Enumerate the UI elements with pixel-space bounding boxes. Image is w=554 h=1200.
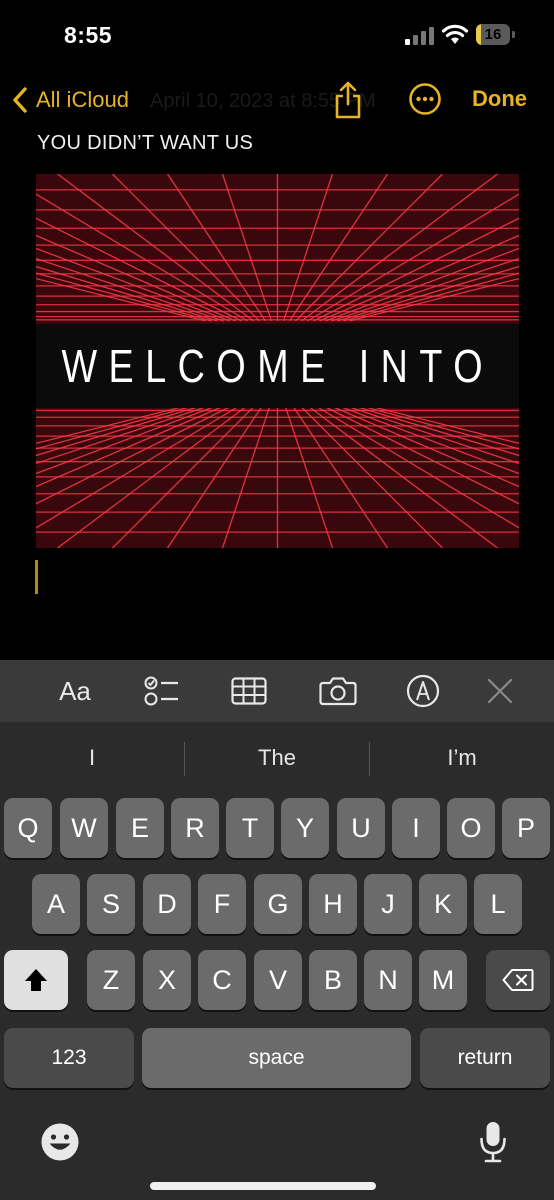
wifi-icon [441, 24, 469, 44]
microphone-icon[interactable] [478, 1120, 508, 1164]
shift-key[interactable] [4, 950, 68, 1010]
key-z[interactable]: Z [87, 950, 135, 1010]
image-attachment[interactable]: WELCOME INTO [36, 174, 519, 548]
key-l[interactable]: L [474, 874, 522, 934]
key-y[interactable]: Y [281, 798, 329, 858]
key-n[interactable]: N [364, 950, 412, 1010]
back-button[interactable]: All iCloud [10, 82, 129, 118]
key-c[interactable]: C [198, 950, 246, 1010]
key-o[interactable]: O [447, 798, 495, 858]
delete-key[interactable] [486, 950, 550, 1010]
space-key[interactable]: space [142, 1028, 411, 1088]
text-cursor [35, 560, 38, 594]
key-r[interactable]: R [171, 798, 219, 858]
status-bar: 8:55 16 [0, 0, 554, 70]
battery-icon: 16 [476, 24, 516, 46]
suggestion-3[interactable]: I’m [370, 722, 554, 794]
format-text-button[interactable]: Aa [52, 672, 98, 710]
key-d[interactable]: D [143, 874, 191, 934]
key-e[interactable]: E [116, 798, 164, 858]
battery-percent: 16 [484, 26, 502, 43]
key-a[interactable]: A [32, 874, 80, 934]
cellular-signal-icon [405, 27, 434, 45]
key-j[interactable]: J [364, 874, 412, 934]
key-m[interactable]: M [419, 950, 467, 1010]
status-time: 8:55 [64, 22, 113, 48]
key-g[interactable]: G [254, 874, 302, 934]
key-v[interactable]: V [254, 950, 302, 1010]
key-b[interactable]: B [309, 950, 357, 1010]
key-s[interactable]: S [87, 874, 135, 934]
key-k[interactable]: K [419, 874, 467, 934]
keyboard: Aa I The I’m Q W E R T Y U I O P A S D F… [0, 660, 554, 1200]
key-x[interactable]: X [143, 950, 191, 1010]
camera-icon[interactable] [318, 672, 358, 710]
suggestion-1[interactable]: I [0, 722, 184, 794]
table-icon[interactable] [230, 672, 268, 710]
formatting-toolbar: Aa [0, 660, 554, 722]
close-icon[interactable] [486, 672, 514, 710]
back-button-label: All iCloud [36, 87, 129, 112]
key-t[interactable]: T [226, 798, 274, 858]
share-icon[interactable] [332, 80, 364, 120]
suggestion-2[interactable]: The [185, 722, 369, 794]
attachment-banner: WELCOME INTO [36, 324, 519, 408]
nav-bar: April 10, 2023 at 8:55 PM All iCloud Don… [0, 76, 554, 124]
key-u[interactable]: U [337, 798, 385, 858]
key-i[interactable]: I [392, 798, 440, 858]
home-indicator[interactable] [150, 1182, 376, 1190]
attachment-banner-text: WELCOME INTO [61, 340, 494, 392]
backspace-icon [502, 969, 534, 991]
numbers-key[interactable]: 123 [4, 1028, 134, 1088]
key-w[interactable]: W [60, 798, 108, 858]
key-f[interactable]: F [198, 874, 246, 934]
done-button[interactable]: Done [472, 86, 527, 112]
more-options-icon[interactable] [408, 82, 442, 116]
predictive-text-bar: I The I’m [0, 722, 554, 794]
return-key[interactable]: return [420, 1028, 550, 1088]
emoji-icon[interactable] [40, 1122, 80, 1162]
shift-arrow-icon [25, 969, 47, 991]
chevron-left-icon [13, 87, 27, 113]
key-p[interactable]: P [502, 798, 550, 858]
checklist-icon[interactable] [142, 672, 182, 710]
markup-pen-icon[interactable] [406, 672, 440, 710]
note-line[interactable]: YOU DIDN’T WANT US [37, 132, 253, 155]
key-h[interactable]: H [309, 874, 357, 934]
key-q[interactable]: Q [4, 798, 52, 858]
